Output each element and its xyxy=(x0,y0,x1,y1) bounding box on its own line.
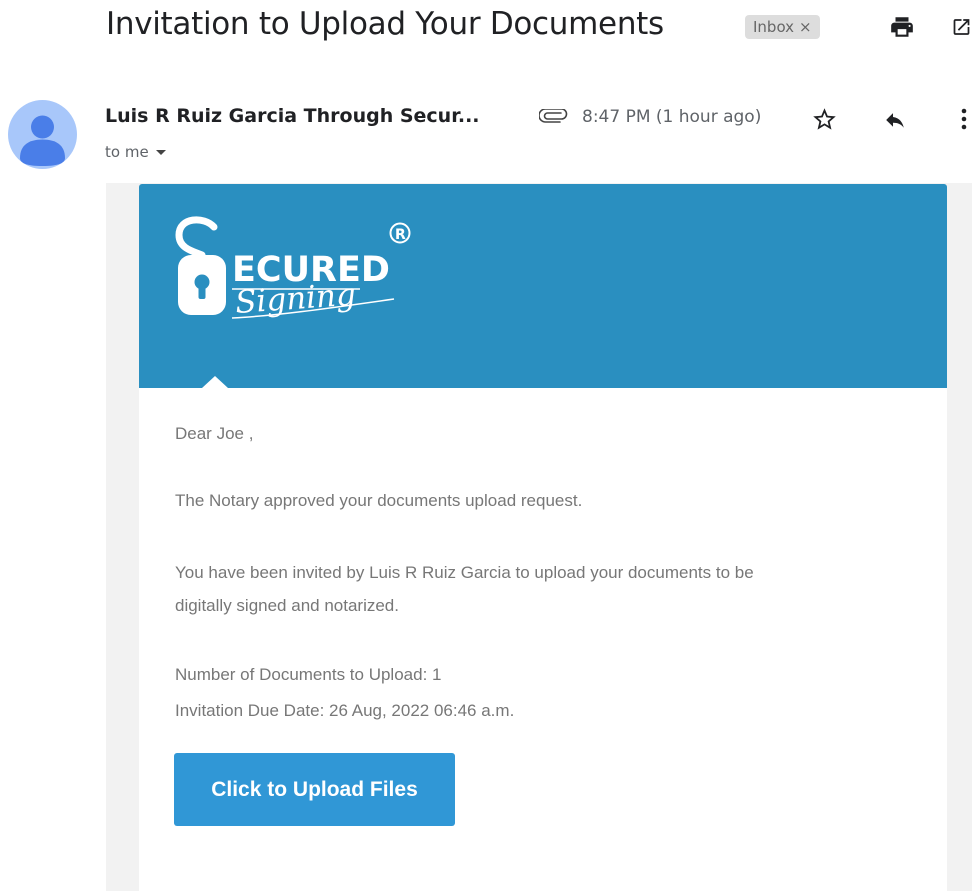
email-timestamp: 8:47 PM (1 hour ago) xyxy=(582,107,762,127)
email-view: Invitation to Upload Your Documents Inbo… xyxy=(0,0,972,891)
recipient-details-toggle[interactable]: to me xyxy=(105,143,166,161)
upload-files-button[interactable]: Click to Upload Files xyxy=(174,753,455,826)
logo-script: Signing xyxy=(234,277,357,321)
email-subject: Invitation to Upload Your Documents xyxy=(106,6,664,42)
sender-name[interactable]: Luis R Ruiz Garcia Through Secur... xyxy=(105,105,480,127)
more-vert-icon[interactable] xyxy=(955,106,971,132)
label-text: Inbox xyxy=(753,18,795,36)
approval-text: The Notary approved your documents uploa… xyxy=(175,491,583,510)
secured-signing-logo: ECURED R Signing xyxy=(175,216,411,321)
banner-notch xyxy=(202,376,228,388)
open-in-new-window-icon[interactable] xyxy=(951,16,972,38)
paperclip-icon xyxy=(539,109,568,123)
print-icon[interactable] xyxy=(889,14,915,40)
star-icon[interactable] xyxy=(811,106,838,133)
invitation-text-line1: You have been invited by Luis R Ruiz Gar… xyxy=(175,563,754,582)
reply-icon[interactable] xyxy=(882,107,908,133)
invitation-text-line2: digitally signed and notarized. xyxy=(175,596,399,615)
document-count-text: Number of Documents to Upload: 1 xyxy=(175,665,442,684)
greeting-text: Dear Joe , xyxy=(175,424,254,443)
chevron-down-icon xyxy=(155,150,166,155)
sender-avatar[interactable] xyxy=(8,100,77,169)
registered-mark: R xyxy=(395,227,406,243)
due-date-text: Invitation Due Date: 26 Aug, 2022 06:46 … xyxy=(175,701,515,720)
inbox-label-chip[interactable]: Inbox × xyxy=(745,15,820,39)
recipient-label: to me xyxy=(105,143,149,161)
remove-label-button[interactable]: × xyxy=(799,18,812,36)
person-avatar-icon xyxy=(20,115,65,166)
